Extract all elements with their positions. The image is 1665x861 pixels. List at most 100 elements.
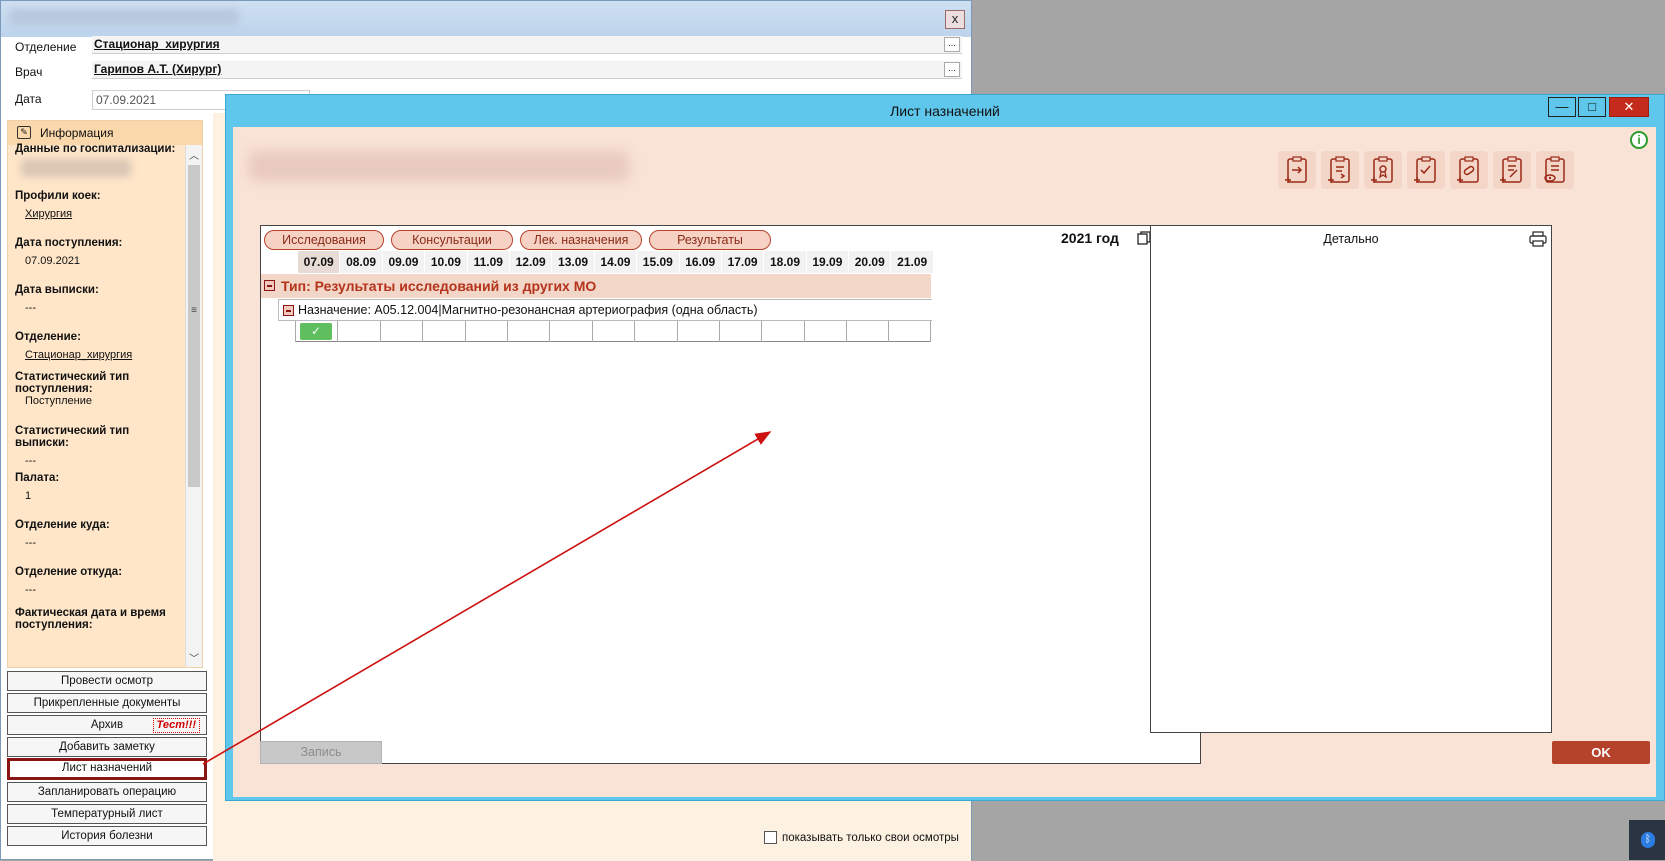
doctor-ellipsis-button[interactable]: ... <box>944 62 960 77</box>
clipboard-edit-icon[interactable] <box>1493 151 1531 189</box>
bg-close-button[interactable]: x <box>945 10 965 29</box>
info-item-dept-to: Отделение куда: --- <box>15 519 185 549</box>
date-col-9[interactable]: 16.09 <box>678 251 721 273</box>
conduct-exam-button[interactable]: Провести осмотр <box>7 671 207 691</box>
info-item-discharge-date: Дата выписки: --- <box>15 284 185 314</box>
add-note-button[interactable]: Добавить заметку <box>7 737 207 757</box>
info-value-link[interactable]: Хирургия <box>15 208 185 220</box>
tab-results[interactable]: Результаты <box>649 230 771 250</box>
grid-cell[interactable] <box>718 321 761 342</box>
attached-docs-button[interactable]: Прикрепленные документы <box>7 693 207 713</box>
date-col-13[interactable]: 20.09 <box>848 251 891 273</box>
clipboard-award-icon[interactable] <box>1364 151 1402 189</box>
doctor-label: Врач <box>15 65 43 79</box>
clipboard-check-icon[interactable] <box>1407 151 1445 189</box>
info-panel-header[interactable]: ✎ Информация <box>8 121 202 145</box>
print-icon[interactable] <box>1529 231 1547 247</box>
info-label: Отделение куда: <box>15 519 110 531</box>
info-value: --- <box>25 537 36 549</box>
department-field[interactable]: Стационар_хирургия ... <box>92 36 962 54</box>
own-exams-checkbox[interactable]: показывать только свои осмотры <box>764 831 959 844</box>
grid-cell[interactable] <box>506 321 549 342</box>
info-item-stat-admission: Статистический тип поступления: Поступле… <box>15 371 185 407</box>
grid-cell[interactable] <box>803 321 846 342</box>
grid-cell[interactable] <box>846 321 888 342</box>
grid-cell[interactable] <box>634 321 676 342</box>
date-col-5[interactable]: 12.09 <box>508 251 552 273</box>
grid-cell[interactable] <box>761 321 803 342</box>
system-tray: ᛒ <box>1629 820 1665 860</box>
collapse-minus-icon[interactable] <box>264 280 275 291</box>
grid-cell[interactable] <box>549 321 591 342</box>
info-panel-title: Информация <box>40 126 114 140</box>
date-col-0[interactable]: 07.09 <box>297 251 340 273</box>
date-col-11[interactable]: 18.09 <box>763 251 806 273</box>
grid-cell[interactable] <box>379 321 422 342</box>
clipboard-arrow-icon[interactable] <box>1278 151 1316 189</box>
group-row[interactable]: Тип: Результаты исследований из других М… <box>261 274 931 298</box>
date-col-14[interactable]: 21.09 <box>890 251 933 273</box>
scroll-thumb[interactable] <box>188 165 200 487</box>
info-value-link[interactable]: Стационар_хирургия <box>15 349 185 361</box>
info-scrollbar[interactable]: ︿ ≡ ﹀ <box>185 145 202 667</box>
clipboard-eye-icon[interactable] <box>1536 151 1574 189</box>
schedule-panel: Исследования Консультации Лек. назначени… <box>260 225 1201 764</box>
year-label: 2021 год <box>1061 230 1119 246</box>
info-item-bed-profile: Профили коек: Хирургия <box>15 190 185 220</box>
tab-studies[interactable]: Исследования <box>264 230 384 250</box>
info-label: Палата: <box>15 472 60 484</box>
date-col-12[interactable]: 19.09 <box>805 251 849 273</box>
bluetooth-icon[interactable]: ᛒ <box>1641 832 1655 848</box>
grid-cell[interactable] <box>888 321 931 342</box>
tab-drug-prescriptions[interactable]: Лек. назначения <box>520 230 642 250</box>
date-col-1[interactable]: 08.09 <box>339 251 382 273</box>
grid-cell[interactable] <box>676 321 719 342</box>
prescriptions-dialog: Лист назначений — □ ✕ i Исследования Кон… <box>225 94 1665 801</box>
clipboard-list-arrow-icon[interactable] <box>1321 151 1359 189</box>
grid-cell[interactable] <box>422 321 464 342</box>
test-label: Тест!!! <box>152 718 200 733</box>
date-col-8[interactable]: 15.09 <box>636 251 679 273</box>
bg-titlebar: x <box>1 1 971 37</box>
info-value: 1 <box>25 490 32 502</box>
grid-cell[interactable]: ✓ <box>295 321 337 342</box>
date-col-10[interactable]: 17.09 <box>720 251 764 273</box>
date-col-2[interactable]: 09.09 <box>381 251 425 273</box>
department-ellipsis-button[interactable]: ... <box>944 37 960 52</box>
grid-cell[interactable] <box>464 321 507 342</box>
collapse-minus-icon[interactable] <box>283 305 294 316</box>
date-col-4[interactable]: 11.09 <box>466 251 509 273</box>
scroll-down-icon[interactable]: ﹀ <box>186 650 202 665</box>
info-item-hospitalization: Данные по госпитализации: <box>15 143 185 177</box>
note-icon: ✎ <box>17 126 31 139</box>
date-col-6[interactable]: 13.09 <box>551 251 594 273</box>
temperature-sheet-button[interactable]: Температурный лист <box>7 804 207 824</box>
maximize-button[interactable]: □ <box>1578 97 1606 117</box>
dialog-close-button[interactable]: ✕ <box>1609 97 1649 117</box>
date-col-3[interactable]: 10.09 <box>424 251 467 273</box>
info-label: Статистический тип поступления: <box>15 371 130 395</box>
ok-button[interactable]: OK <box>1552 741 1650 764</box>
save-button[interactable]: Запись <box>260 741 382 764</box>
assignment-row[interactable]: Назначение: A05.12.004|Магнитно-резонанс… <box>278 299 932 321</box>
detail-panel: Детально <box>1150 225 1552 733</box>
grid-cell[interactable] <box>337 321 379 342</box>
clipboard-pill-icon[interactable] <box>1450 151 1488 189</box>
info-icon[interactable]: i <box>1630 131 1648 149</box>
medical-history-button[interactable]: История болезни <box>7 826 207 846</box>
tab-consultations[interactable]: Консультации <box>391 230 513 250</box>
date-col-7[interactable]: 14.09 <box>593 251 637 273</box>
scroll-grip-icon: ≡ <box>191 305 197 316</box>
minimize-button[interactable]: — <box>1548 97 1576 117</box>
doctor-field[interactable]: Гарипов А.Т. (Хирург) ... <box>92 61 962 79</box>
dialog-body: i Исследования Консультации Лек. назначе… <box>233 127 1656 797</box>
archive-label: Архив <box>90 719 124 731</box>
prescriptions-button[interactable]: Лист назначений <box>7 758 207 780</box>
scroll-up-icon[interactable]: ︿ <box>186 147 202 162</box>
schedule-operation-button[interactable]: Запланировать операцию <box>7 782 207 802</box>
checkbox-box[interactable] <box>764 831 777 844</box>
info-item-stat-discharge: Статистический тип выписки: --- <box>15 425 185 467</box>
check-icon: ✓ <box>300 323 332 340</box>
grid-cell[interactable] <box>591 321 634 342</box>
archive-button[interactable]: Архив Тест!!! <box>7 715 207 735</box>
